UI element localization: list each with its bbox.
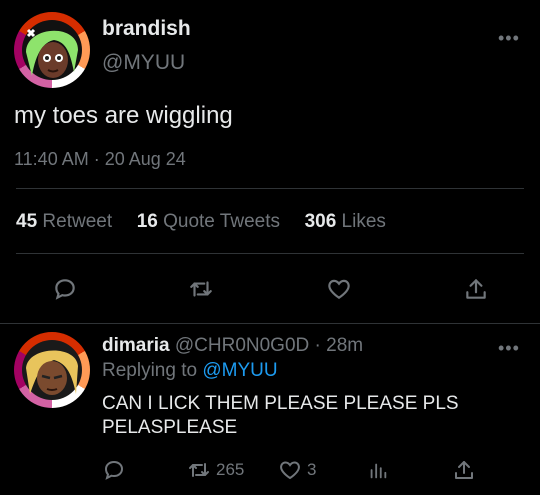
share-icon[interactable] (461, 274, 491, 304)
reply-handle[interactable]: @CHR0N0G0D (175, 335, 309, 356)
avatar-dimaria[interactable] (14, 332, 90, 408)
retweet-stat[interactable]: 45 Retweet (16, 211, 117, 232)
tweet-display-name[interactable]: brandish (102, 17, 191, 41)
divider-before-reply (0, 323, 540, 324)
reply-share-icon[interactable] (450, 456, 478, 484)
reply-display-name[interactable]: dimaria (102, 335, 170, 356)
likes-label: Likes (341, 211, 386, 232)
divider-stats-actions (16, 253, 524, 254)
reply-retweet-button[interactable]: 265 (186, 458, 244, 482)
likes-count: 306 (304, 211, 337, 232)
like-icon[interactable] (324, 274, 354, 304)
reply-header: dimaria @CHR0N0G0D · 28m (102, 335, 363, 357)
reply-like-icon (277, 458, 303, 482)
tweet-handle[interactable]: @MYUU (102, 51, 185, 75)
reply-separator: · (314, 335, 321, 356)
reply-time[interactable]: 28m (326, 335, 363, 356)
reply-like-count: 3 (307, 460, 317, 479)
likes-stat[interactable]: 306 Likes (305, 211, 386, 232)
avatar-brandish[interactable] (14, 12, 90, 88)
tweet-stats: 45 Retweet 16 Quote Tweets 306 Likes (16, 211, 386, 233)
reply-like-button[interactable]: 3 (277, 458, 316, 482)
retweet-label: Retweet (42, 211, 113, 232)
quote-label: Quote Tweets (163, 211, 280, 232)
reply-text-line1: CAN I LICK THEM PLEASE PLEASE PLS (102, 393, 459, 414)
tweet-text: my toes are wiggling (14, 102, 233, 129)
divider-top-stats (16, 188, 524, 189)
quote-stat[interactable]: 16 Quote Tweets (137, 211, 286, 232)
tweet-timestamp[interactable]: 11:40 AM · 20 Aug 24 (14, 149, 186, 170)
avatar-image (22, 20, 82, 80)
reply-analytics-icon[interactable] (364, 456, 392, 484)
retweet-icon[interactable] (186, 274, 216, 304)
reply-retweet-count: 265 (216, 460, 245, 479)
replying-to: Replying to @MYUU (102, 360, 278, 382)
reply-text-line2: PELASPLEASE (102, 417, 238, 438)
reply-icon[interactable] (50, 274, 80, 304)
retweet-count: 45 (16, 211, 38, 232)
replying-to-handle[interactable]: @MYUU (202, 360, 277, 381)
reply-more-button[interactable]: ••• (498, 339, 520, 357)
quote-count: 16 (136, 211, 158, 232)
replying-to-label: Replying to (102, 360, 198, 381)
reply-retweet-icon (186, 458, 212, 482)
tweet-more-button[interactable]: ••• (498, 29, 520, 47)
reply-reply-icon[interactable] (100, 456, 128, 484)
reply-text: CAN I LICK THEM PLEASE PLEASE PLS PELASP… (102, 392, 459, 440)
avatar-image (22, 340, 82, 400)
